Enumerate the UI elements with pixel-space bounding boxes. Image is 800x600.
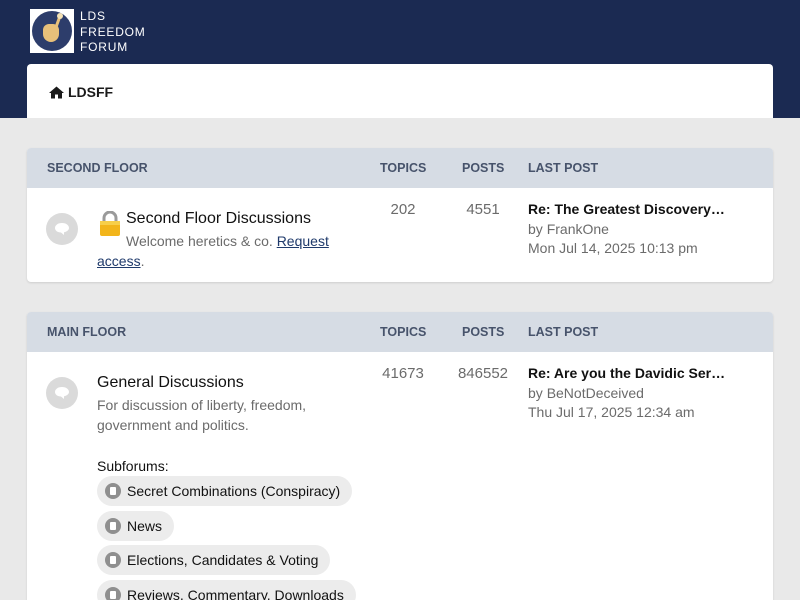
document-icon <box>105 552 121 568</box>
by-prefix: by <box>528 221 543 237</box>
category-second-floor: SECOND FLOOR TOPICS POSTS LAST POST Seco… <box>27 148 773 282</box>
site-logo[interactable] <box>30 9 74 53</box>
request-access-link[interactable]: Request <box>277 233 329 249</box>
last-post-date: Mon Jul 14, 2025 10:13 pm <box>528 240 698 256</box>
home-label: LDSFF <box>68 84 114 100</box>
last-post-author-link[interactable]: FrankOne <box>547 221 609 237</box>
last-post-column-header: LAST POST <box>528 325 599 339</box>
last-post-date: Thu Jul 17, 2025 12:34 am <box>528 404 695 420</box>
subforum-label: Elections, Candidates & Voting <box>127 552 319 568</box>
category-header: MAIN FLOOR TOPICS POSTS LAST POST <box>27 312 773 352</box>
last-post-author-link[interactable]: BeNotDeceived <box>547 385 644 401</box>
category-header: SECOND FLOOR TOPICS POSTS LAST POST <box>27 148 773 188</box>
subforum-link[interactable]: Reviews, Commentary, Downloads <box>97 580 356 600</box>
site-header: LDS FREEDOM FORUM LDSFF <box>0 0 800 118</box>
forum-description: Welcome heretics & co. Request <box>126 231 329 251</box>
last-post-byline: by FrankOne <box>528 221 609 237</box>
subforum-label: Secret Combinations (Conspiracy) <box>127 483 341 499</box>
category-title[interactable]: SECOND FLOOR <box>47 161 148 175</box>
forum-description-line: government and politics. <box>97 417 249 433</box>
forum-title-link[interactable]: Second Floor Discussions <box>126 210 311 228</box>
site-name[interactable]: LDS FREEDOM FORUM <box>80 9 146 56</box>
lock-icon <box>100 211 120 236</box>
posts-count: 846552 <box>457 365 509 382</box>
last-post-title-link[interactable]: Re: Are you the Davidic Serva… <box>528 365 728 381</box>
subforum-link[interactable]: Elections, Candidates & Voting <box>97 545 331 575</box>
subforum-label: Reviews, Commentary, Downloads <box>127 587 344 600</box>
home-icon <box>49 86 64 98</box>
request-access-link-cont[interactable]: access <box>97 253 141 269</box>
home-link[interactable]: LDSFF <box>49 84 113 100</box>
navbar: LDSFF <box>27 64 773 118</box>
forum-read-icon <box>46 213 78 245</box>
posts-count: 4551 <box>466 201 500 218</box>
topics-column-header: TOPICS <box>380 161 427 175</box>
site-name-line: FREEDOM <box>80 24 146 39</box>
posts-column-header: POSTS <box>462 161 505 175</box>
subforum-link[interactable]: News <box>97 511 175 541</box>
document-icon <box>105 483 121 499</box>
category-title[interactable]: MAIN FLOOR <box>47 325 126 339</box>
torch-hand-icon <box>32 11 72 51</box>
forum-title-link[interactable]: General Discussions <box>97 374 244 392</box>
category-main-floor: MAIN FLOOR TOPICS POSTS LAST POST Genera… <box>27 312 773 600</box>
forum-description-line: For discussion of liberty, freedom, <box>97 397 307 413</box>
posts-column-header: POSTS <box>462 325 505 339</box>
document-icon <box>105 518 121 534</box>
subforum-link[interactable]: Secret Combinations (Conspiracy) <box>97 476 353 506</box>
last-post-byline: by BeNotDeceived <box>528 385 644 401</box>
forum-description-cont: access. <box>97 251 144 271</box>
site-name-line: FORUM <box>80 40 128 54</box>
forum-description: For discussion of liberty, freedom, gove… <box>97 395 306 435</box>
subforums-label: Subforums: <box>97 458 169 474</box>
forum-read-icon <box>46 377 78 409</box>
forum-description-trailing: . <box>140 253 145 269</box>
topics-count: 41673 <box>382 365 424 382</box>
last-post-title-link[interactable]: Re: The Greatest Discovery in… <box>528 201 728 217</box>
topics-count: 202 <box>390 201 416 218</box>
forum-description-text: Welcome heretics & co. <box>126 233 273 249</box>
by-prefix: by <box>528 385 543 401</box>
site-name-line: LDS <box>80 9 106 23</box>
topics-column-header: TOPICS <box>380 325 427 339</box>
document-icon <box>105 587 121 600</box>
last-post-column-header: LAST POST <box>528 161 599 175</box>
subforum-label: News <box>127 518 163 534</box>
